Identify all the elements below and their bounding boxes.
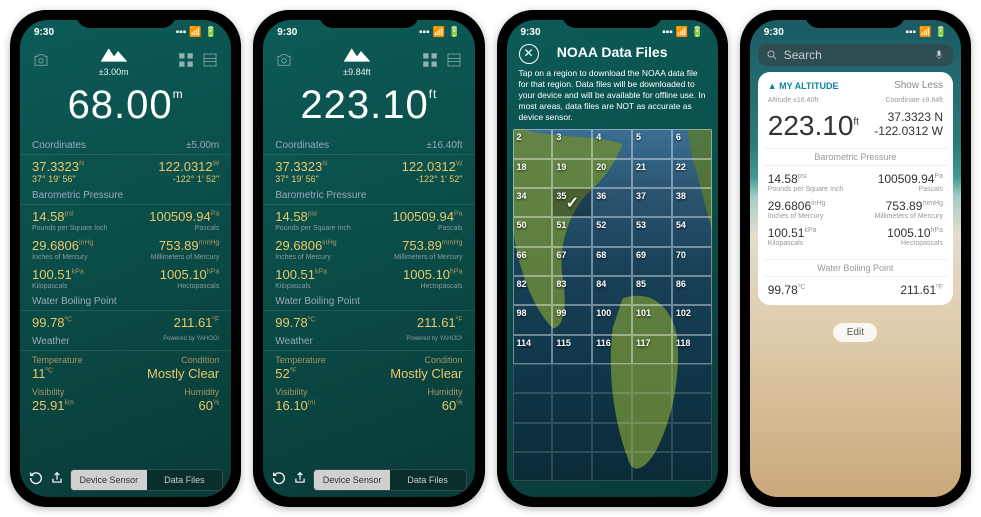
mic-icon[interactable] [933,48,945,62]
toolbar: ±3.00m [20,40,231,77]
noaa-tile[interactable]: 20 [592,159,632,188]
grid-icon[interactable] [177,51,195,69]
noaa-tile[interactable]: 51 [552,217,592,246]
yahoo-credit: Powered by YAHOO! [163,336,219,347]
noaa-tile[interactable]: 22 [672,159,712,188]
seg-files[interactable]: Data Files [147,470,223,490]
noaa-tile[interactable]: 86 [672,276,712,305]
boil-head: Water Boiling Point [32,296,117,307]
reload-icon[interactable] [271,470,287,491]
app-logo: ±3.00m [50,42,177,77]
noaa-tile[interactable]: 5 [632,129,672,158]
baro-head: Barometric Pressure [32,190,123,201]
noaa-tile[interactable]: 68 [592,247,632,276]
grid-icon[interactable] [421,51,439,69]
search-icon [766,49,778,61]
source-segment[interactable]: Device SensorData Files [313,469,466,491]
noaa-tile[interactable]: 98 [513,305,553,334]
noaa-tile[interactable]: 102 [672,305,712,334]
noaa-tile[interactable]: 100 [592,305,632,334]
noaa-tile[interactable]: 116 [592,335,632,364]
widget-app: ▲ MY ALTITUDE [768,81,839,91]
noaa-tile[interactable]: 70 [672,247,712,276]
noaa-tile[interactable]: 3 [552,129,592,158]
reload-icon[interactable] [28,470,44,491]
coord-acc: ±5.00m [186,140,219,151]
noaa-tile[interactable]: 54 [672,217,712,246]
noaa-tile[interactable]: 37 [632,188,672,217]
camera-icon[interactable] [275,51,293,69]
seg-device[interactable]: Device Sensor [71,470,147,490]
camera-icon[interactable] [32,51,50,69]
noaa-tile[interactable]: 101 [632,305,672,334]
show-less[interactable]: Show Less [894,80,943,91]
noaa-tile[interactable]: 52 [592,217,632,246]
noaa-tile[interactable]: 35✓ [552,188,592,217]
altitude-widget: ▲ MY ALTITUDEShow Less Altitude ±16.40ft… [758,72,953,305]
noaa-tile[interactable]: 114 [513,335,553,364]
noaa-tile[interactable]: 6 [672,129,712,158]
altitude-value: 68.00m [20,83,231,128]
noaa-tile[interactable]: 84 [592,276,632,305]
noaa-tile[interactable]: 99 [552,305,592,334]
noaa-tile[interactable]: 85 [632,276,672,305]
screen-metric: 9:30 ▪▪▪📶🔋 ±3.00m 68.00m Coordinates ±5.0… [20,20,231,497]
noaa-tile[interactable]: 115 [552,335,592,364]
noaa-tile[interactable]: 82 [513,276,553,305]
noaa-tile[interactable]: 117 [632,335,672,364]
noaa-tile[interactable]: 66 [513,247,553,276]
list-icon[interactable] [201,51,219,69]
noaa-map[interactable]: 2345618192021223435✓36373850515253546667… [513,129,712,481]
weather-head: Weather [32,336,70,347]
status-icons: ▪▪▪📶🔋 [173,27,218,38]
noaa-tile[interactable]: 118 [672,335,712,364]
noaa-tile[interactable]: 67 [552,247,592,276]
noaa-tile[interactable]: 34 [513,188,553,217]
screen-noaa: 9:30▪▪▪📶🔋 ✕ NOAA Data Files Tap on a reg… [507,20,718,497]
noaa-tile[interactable]: 50 [513,217,553,246]
search-input[interactable]: Search [758,44,953,66]
screen-widget: 9:30▪▪▪📶🔋 Search ▲ MY ALTITUDEShow Less … [750,20,961,497]
source-segment[interactable]: Device SensorData Files [70,469,223,491]
noaa-tile[interactable]: 38 [672,188,712,217]
noaa-tile[interactable]: 69 [632,247,672,276]
noaa-tile[interactable]: 53 [632,217,672,246]
noaa-tile[interactable]: 19 [552,159,592,188]
close-icon[interactable]: ✕ [519,44,539,64]
noaa-tile[interactable]: 83 [552,276,592,305]
edit-button[interactable]: Edit [833,323,877,342]
list-icon[interactable] [445,51,463,69]
noaa-desc: Tap on a region to download the NOAA dat… [507,64,718,129]
share-icon[interactable] [293,471,307,490]
noaa-tile[interactable]: 4 [592,129,632,158]
altitude-accuracy: ±3.00m [50,67,177,77]
noaa-tile[interactable]: 18 [513,159,553,188]
screen-imperial: 9:30▪▪▪📶🔋 ±9.84ft 223.10ft Coordinates±1… [263,20,474,497]
noaa-tile[interactable]: 21 [632,159,672,188]
noaa-tile[interactable]: 36 [592,188,632,217]
noaa-tile[interactable]: 2 [513,129,553,158]
status-time: 9:30 [34,27,54,38]
share-icon[interactable] [50,471,64,490]
coord-head: Coordinates [32,140,86,151]
